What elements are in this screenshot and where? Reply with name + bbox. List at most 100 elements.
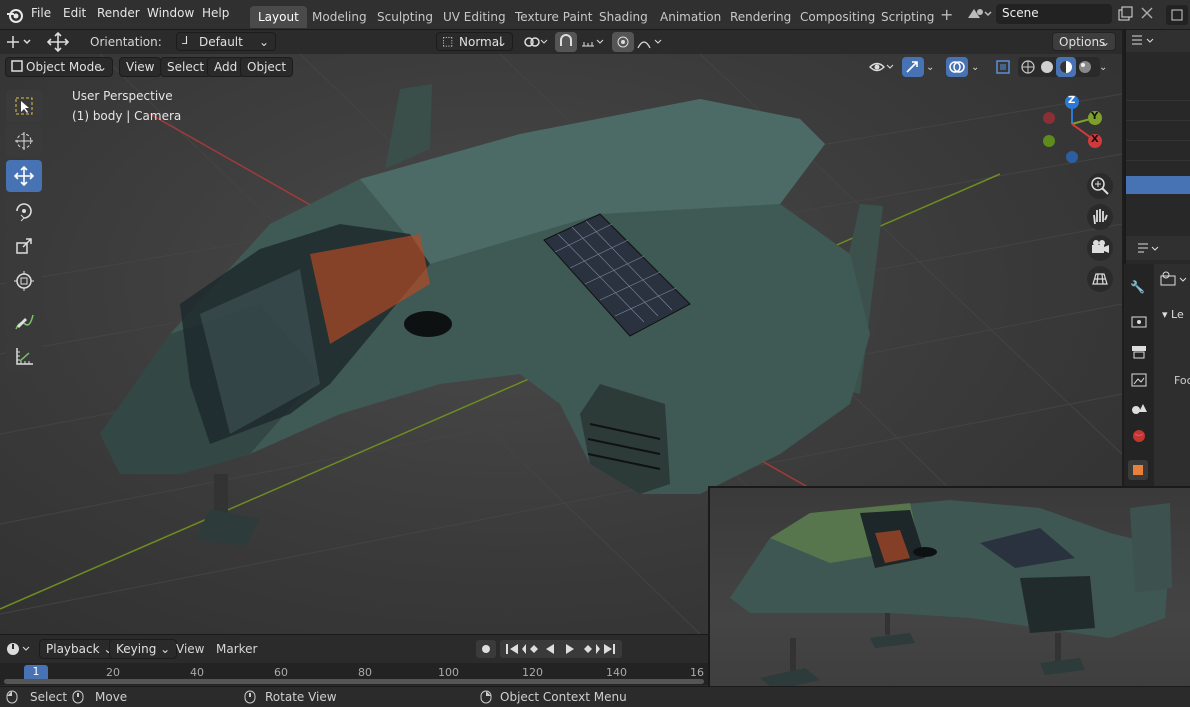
tab-shading[interactable]: Shading <box>591 6 656 28</box>
keying-menu[interactable]: Keying ⌄ <box>109 639 178 659</box>
overlays-chevron-icon[interactable]: ⌄ <box>971 62 979 73</box>
view-layer-tab-icon[interactable] <box>1130 372 1148 391</box>
scene-tab-icon[interactable] <box>1130 400 1148 419</box>
tab-sculpting[interactable]: Sculpting <box>369 6 441 28</box>
tab-rendering[interactable]: Rendering <box>722 6 799 28</box>
outliner-selected-row[interactable] <box>1126 176 1190 194</box>
object-mode-dropdown[interactable]: Object Mode ⌄ <box>5 57 113 77</box>
xray-toggle-icon[interactable] <box>992 57 1014 77</box>
timeline-view-menu[interactable]: View <box>176 642 204 656</box>
ruler-tick: 120 <box>522 666 543 679</box>
falloff-curve-icon[interactable] <box>636 34 666 53</box>
chevron-down-icon: ⌄ <box>1099 35 1110 49</box>
camera-data-icon[interactable] <box>1158 270 1188 293</box>
ruler-tick: 20 <box>106 666 120 679</box>
select-menu[interactable]: Select <box>160 57 212 77</box>
menu-render[interactable]: Render <box>97 6 140 20</box>
chevron-down-icon: ⌄ <box>258 35 269 49</box>
measure-tool-icon[interactable] <box>6 340 42 372</box>
object-menu[interactable]: Object <box>240 57 294 77</box>
visibility-eye-icon[interactable] <box>868 58 896 79</box>
shading-icons[interactable] <box>1018 57 1100 77</box>
snap-magnet-icon[interactable] <box>555 32 577 52</box>
mouse-right-icon <box>480 690 492 707</box>
timeline-editor-type-icon[interactable] <box>5 641 35 660</box>
ortho-grid-icon[interactable] <box>1087 266 1113 292</box>
ruler-tick: 140 <box>606 666 627 679</box>
tool-shelf <box>4 88 44 375</box>
proportional-edit-icon[interactable] <box>612 32 634 52</box>
scene-name-field[interactable]: Scene <box>996 4 1112 24</box>
add-menu[interactable]: Add <box>207 57 245 77</box>
add-workspace-icon[interactable]: + <box>940 5 953 24</box>
delete-scene-icon[interactable] <box>1140 6 1154 23</box>
object-tab-icon[interactable] <box>1128 460 1148 480</box>
outliner-display-mode-icon[interactable] <box>1126 30 1162 52</box>
active-object-info: (1) body | Camera <box>72 109 182 123</box>
tab-scripting[interactable]: Scripting <box>873 6 942 28</box>
snap-target-icon[interactable] <box>580 34 608 53</box>
tab-layout[interactable]: Layout <box>250 6 307 28</box>
lens-panel-header[interactable]: ▾ Le <box>1162 308 1184 321</box>
options-dropdown[interactable]: Options ⌄ <box>1052 32 1116 51</box>
move-gizmo-icon[interactable] <box>44 31 72 56</box>
gizmo-x-label: X <box>1091 134 1099 145</box>
mouse-middle-icon <box>244 690 256 707</box>
render-tab-icon[interactable] <box>1130 314 1148 333</box>
world-tab-icon[interactable] <box>1130 428 1148 447</box>
normal-orientation-icon: ⬚ <box>442 34 454 48</box>
camera-view-icon[interactable] <box>1087 235 1113 261</box>
tab-animation[interactable]: Animation <box>652 6 729 28</box>
jump-end-icon <box>604 644 615 654</box>
outliner-header <box>1126 30 1190 52</box>
transform-pivot-dropdown[interactable]: ⬚ Normal ⌄ <box>436 32 513 51</box>
gizmo-chevron-icon[interactable]: ⌄ <box>926 62 934 73</box>
view-menu[interactable]: View <box>119 57 162 77</box>
tab-texture-paint[interactable]: Texture Paint <box>507 6 600 28</box>
transform-tool-icon[interactable] <box>6 265 42 297</box>
tab-compositing[interactable]: Compositing <box>792 6 883 28</box>
menu-window[interactable]: Window <box>147 6 194 20</box>
timeline-marker-menu[interactable]: Marker <box>216 642 257 656</box>
navigation-gizmo[interactable]: Z Y X <box>1038 94 1108 164</box>
output-tab-icon[interactable] <box>1130 344 1148 363</box>
shading-chevron-icon[interactable]: ⌄ <box>1099 62 1107 73</box>
rotate-tool-icon[interactable] <box>6 195 42 227</box>
render-preview <box>708 486 1190 707</box>
view-layer-icon[interactable] <box>1166 5 1188 25</box>
playback-label: Playback <box>46 642 100 656</box>
menu-file[interactable]: File <box>31 6 51 20</box>
orientation-dropdown[interactable]: Default ⌄ ⅃ <box>176 32 276 51</box>
mouse-left-icon <box>6 690 18 707</box>
scale-tool-icon[interactable] <box>6 230 42 262</box>
pan-hand-icon[interactable] <box>1087 204 1113 230</box>
overlays-toggle-icon[interactable] <box>946 57 968 77</box>
tab-uv-editing[interactable]: UV Editing <box>435 6 514 28</box>
options-label: Options <box>1059 35 1106 49</box>
transform-tool-icon[interactable] <box>4 33 34 54</box>
cursor-icon[interactable] <box>6 125 42 157</box>
select-box-icon[interactable] <box>6 90 42 122</box>
timeline-scrollbar[interactable] <box>4 679 704 684</box>
chevron-down-icon: ⌄ <box>96 60 107 74</box>
move-tool-icon[interactable] <box>6 160 42 192</box>
pivot-point-icon[interactable] <box>522 34 550 53</box>
properties-editor-icon[interactable] <box>1126 236 1190 260</box>
blender-logo-icon[interactable] <box>6 6 24 24</box>
chevron-down-icon: ⌄ <box>496 35 507 49</box>
tab-modeling[interactable]: Modeling <box>304 6 375 28</box>
tool-tab-icon[interactable]: 🔧 <box>1130 280 1145 294</box>
spaceship-model <box>100 84 883 546</box>
record-icon[interactable] <box>476 640 496 658</box>
menu-edit[interactable]: Edit <box>63 6 86 20</box>
new-scene-icon[interactable] <box>1117 6 1133 25</box>
frame-ruler[interactable]: 1 20 40 60 80 100 120 140 16 <box>0 663 708 685</box>
ruler-tick: 16 <box>690 666 704 679</box>
zoom-icon[interactable] <box>1087 173 1113 199</box>
annotate-tool-icon[interactable] <box>6 305 42 337</box>
jump-start-icon <box>506 644 518 654</box>
menu-help[interactable]: Help <box>202 6 229 20</box>
scene-selector-icon[interactable] <box>966 6 992 25</box>
gizmo-toggle-icon[interactable] <box>902 57 924 77</box>
ruler-tick: 40 <box>190 666 204 679</box>
